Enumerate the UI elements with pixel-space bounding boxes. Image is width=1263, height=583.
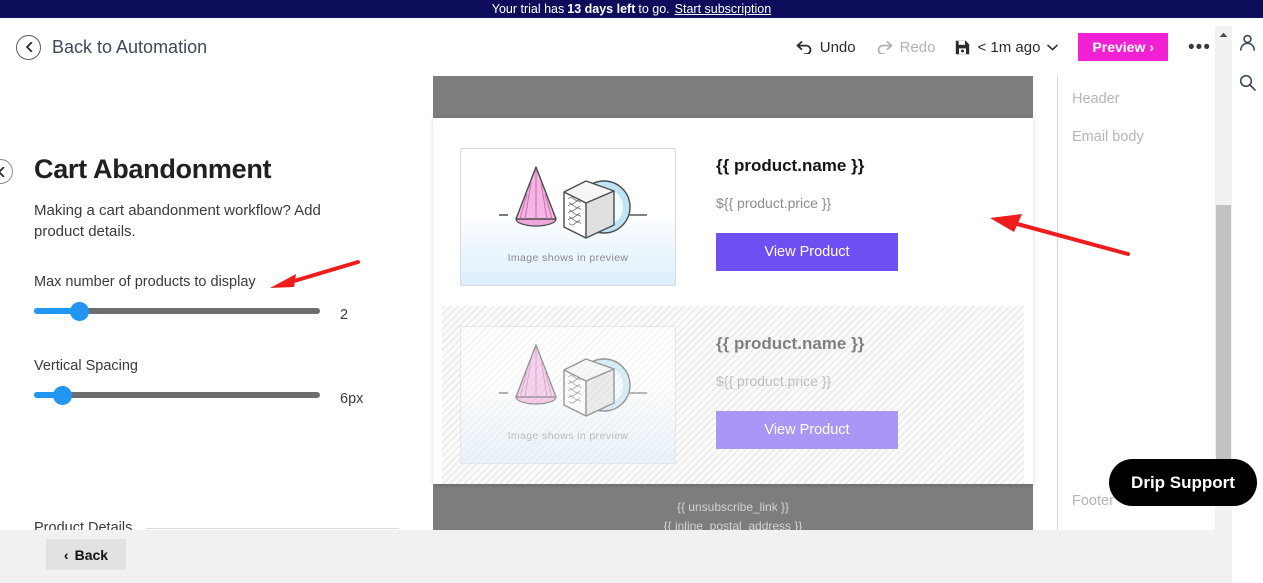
scrollbar-thumb[interactable] [1216,205,1231,465]
slider-track[interactable] [34,301,320,321]
email-canvas: Image shows in preview {{ product.name }… [420,76,1043,530]
slider-thumb[interactable] [70,301,90,321]
product-image-placeholder: Image shows in preview [460,326,676,464]
toolbar-actions: Undo Redo < 1m ago Preview › ••• [796,18,1211,76]
product-info: {{ product.name }} ${{ product.price }} … [716,326,898,449]
panel-description: Making a cart abandonment workflow? Add … [34,202,321,241]
product-card[interactable]: Image shows in preview {{ product.name }… [442,128,1024,306]
redo-arrow-icon [876,40,893,54]
view-product-button[interactable]: View Product [716,233,898,271]
trial-banner: Your trial has 13 days left to go. Start… [0,0,1263,18]
max-products-slider[interactable] [34,301,320,321]
vertical-spacing-label: Vertical Spacing [34,358,138,374]
product-name[interactable]: {{ product.name }} [716,334,898,354]
slider-thumb[interactable] [53,385,73,405]
trial-banner-suffix: to go. [638,2,670,16]
slider-track[interactable] [34,385,320,405]
page-scrollbar[interactable] [1215,26,1232,530]
product-info: {{ product.name }} ${{ product.price }} … [716,148,898,271]
product-image-caption: Image shows in preview [507,252,629,264]
section-divider [146,527,399,529]
search-icon[interactable] [1239,74,1256,96]
vertical-spacing-slider[interactable] [34,385,320,405]
back-button-label: Back [74,546,109,563]
product-price[interactable]: ${{ product.price }} [716,373,898,389]
view-product-button[interactable]: View Product [716,411,898,449]
start-subscription-link[interactable]: Start subscription [675,2,772,16]
email-sheet: Image shows in preview {{ product.name }… [433,76,1033,530]
postal-address-token: {{ inline_postal_address }} [663,518,803,530]
trial-banner-days: 13 days left [567,2,636,16]
more-options-button[interactable]: ••• [1188,38,1211,57]
structure-item-email-body[interactable]: Email body [1057,116,1207,471]
product-image-placeholder: Image shows in preview [460,148,676,286]
preview-label: Preview [1092,39,1146,55]
product-price[interactable]: ${{ product.price }} [716,195,898,211]
structure-item-label: Footer [1072,492,1114,509]
page-title: Cart Abandonment [34,154,272,184]
back-to-automation-button[interactable]: Back to Automation [16,34,208,60]
max-products-value: 2 [340,307,349,323]
back-to-automation-label: Back to Automation [52,36,208,57]
email-builder-screen: Your trial has 13 days left to go. Start… [0,0,1263,583]
undo-arrow-icon [796,40,813,54]
undo-button[interactable]: Undo [796,39,856,56]
drip-support-button[interactable]: Drip Support [1109,459,1257,506]
back-button[interactable]: ‹ Back [46,539,126,570]
product-name[interactable]: {{ product.name }} [716,156,898,176]
collapse-panel-button[interactable] [0,159,13,184]
chevron-left-icon: ‹ [63,546,69,563]
settings-panel: Cart Abandonment Making a cart abandonme… [0,76,420,530]
redo-button[interactable]: Redo [876,38,936,56]
product-details-section-header: Product Details [34,520,399,530]
product-card-ghost[interactable]: Image shows in preview {{ product.name }… [442,306,1024,484]
product-details-label: Product Details [34,520,133,530]
drip-support-label: Drip Support [1131,472,1235,492]
email-footer-block[interactable]: {{ unsubscribe_link }} {{ inline_postal_… [433,484,1033,530]
save-status-label: < 1m ago [977,38,1041,56]
structure-item-label: Header [1072,91,1120,107]
email-body-block: Image shows in preview {{ product.name }… [433,118,1033,484]
floppy-disk-save-icon [955,40,970,55]
chevron-left-circle-icon [16,34,41,60]
trial-banner-prefix: Your trial has [491,2,565,16]
chevron-down-icon [1047,44,1059,51]
preview-button[interactable]: Preview › [1078,33,1169,61]
structure-item-label: Email body [1072,129,1144,145]
user-account-icon[interactable] [1239,34,1256,56]
email-header-block[interactable] [433,76,1033,118]
product-image-caption: Image shows in preview [507,430,629,442]
max-products-label: Max number of products to display [34,274,256,290]
redo-label: Redo [899,38,936,56]
preview-chevron-icon: › [1149,39,1155,55]
top-toolbar: Back to Automation Undo Redo < 1m ago Pr… [0,18,1263,76]
unsubscribe-link-token: {{ unsubscribe_link }} [676,500,790,514]
bottom-bar: ‹ Back [0,530,1263,583]
vertical-spacing-value: 6px [340,391,364,407]
scroll-up-arrow-icon[interactable] [1215,26,1232,43]
save-status-menu[interactable]: < 1m ago [955,38,1059,56]
undo-label: Undo [819,38,856,56]
